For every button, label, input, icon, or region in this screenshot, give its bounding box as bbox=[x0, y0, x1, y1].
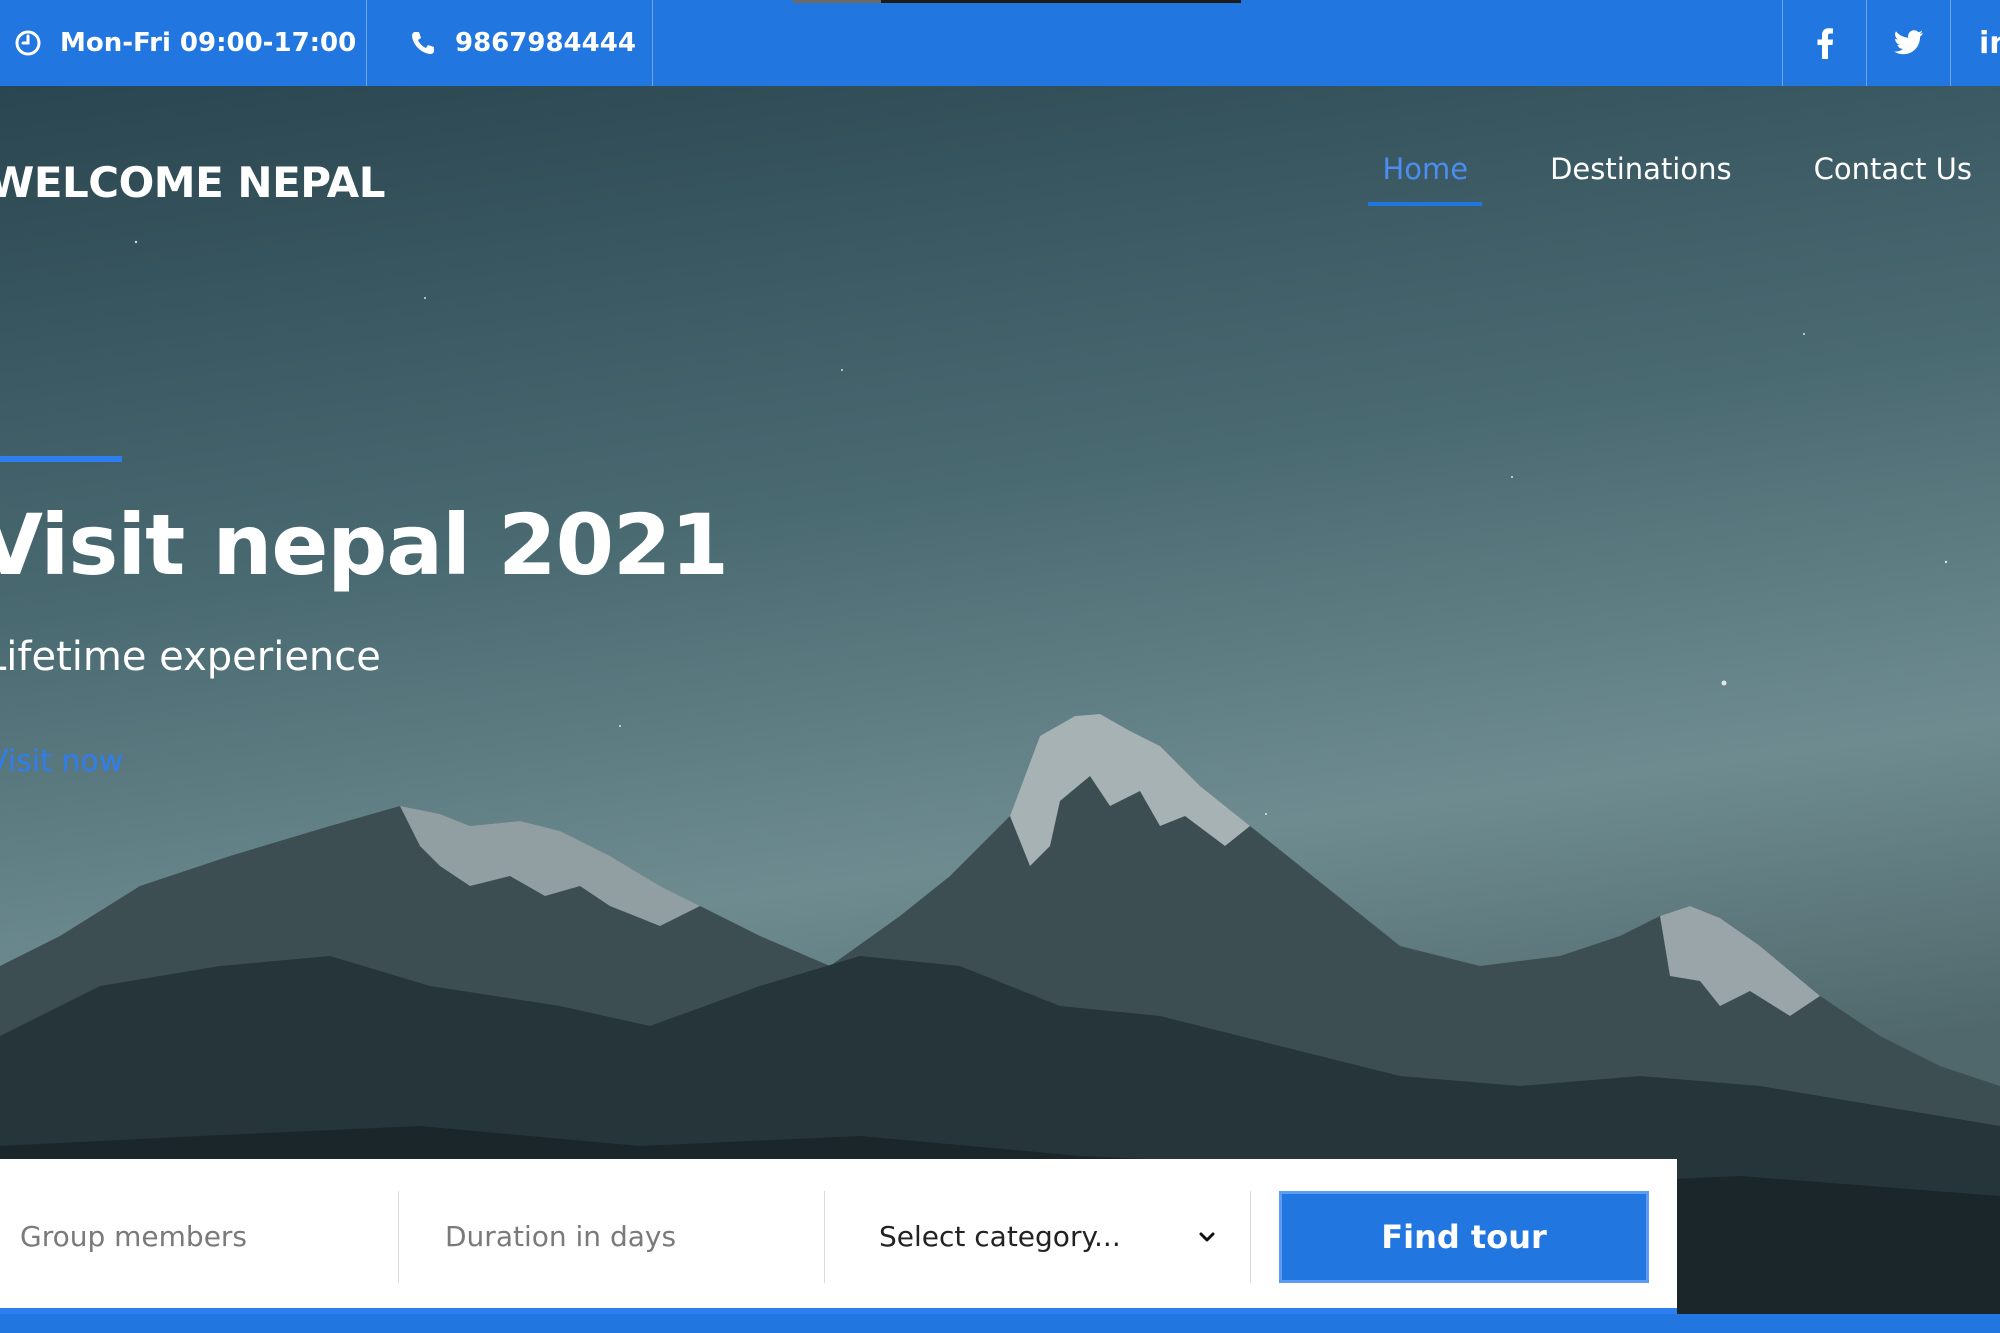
clock-icon bbox=[12, 27, 44, 59]
opening-hours-text: Mon-Fri 09:00-17:00 bbox=[60, 28, 357, 58]
visit-now-link[interactable]: Visit now bbox=[0, 744, 123, 779]
opening-hours: Mon-Fri 09:00-17:00 bbox=[0, 0, 367, 86]
loading-indicator bbox=[793, 0, 1241, 3]
duration-input[interactable] bbox=[445, 1220, 824, 1253]
group-members-input[interactable] bbox=[20, 1220, 398, 1253]
phone-icon bbox=[407, 27, 439, 59]
duration-field-wrapper bbox=[399, 1190, 825, 1283]
category-select[interactable]: Select category... bbox=[825, 1190, 1251, 1283]
nav-contact-us[interactable]: Contact Us bbox=[1800, 152, 1986, 206]
linkedin-icon[interactable]: in bbox=[1950, 0, 2000, 86]
topbar-spacer bbox=[653, 0, 1782, 86]
site-logo[interactable]: WELCOME NEPAL bbox=[0, 158, 385, 207]
linkedin-glyph: in bbox=[1979, 25, 2000, 61]
nav-home[interactable]: Home bbox=[1368, 152, 1482, 206]
top-info-bar: Mon-Fri 09:00-17:00 9867984444 in bbox=[0, 0, 2000, 86]
chevron-down-icon bbox=[1199, 1232, 1215, 1241]
mountain-background-image bbox=[0, 240, 2000, 1333]
tour-search-form: Select category... Find tour bbox=[0, 1159, 1677, 1314]
find-tour-button[interactable]: Find tour bbox=[1279, 1190, 1649, 1283]
nav-destinations[interactable]: Destinations bbox=[1536, 152, 1746, 206]
phone-number-text: 9867984444 bbox=[455, 28, 636, 58]
category-select-value: Select category... bbox=[879, 1220, 1121, 1253]
page-bottom-strip bbox=[0, 1314, 2000, 1333]
hero-section: WELCOME NEPAL Home Destinations Contact … bbox=[0, 86, 2000, 1333]
facebook-icon[interactable] bbox=[1782, 0, 1866, 86]
hero-title: Visit nepal 2021 bbox=[0, 496, 729, 594]
group-members-field-wrapper bbox=[0, 1190, 399, 1283]
phone-number[interactable]: 9867984444 bbox=[367, 0, 653, 86]
twitter-icon[interactable] bbox=[1866, 0, 1950, 86]
main-nav: Home Destinations Contact Us bbox=[1314, 152, 1986, 206]
title-accent-line bbox=[0, 456, 122, 462]
hero-subtitle: Lifetime experience bbox=[0, 634, 381, 680]
